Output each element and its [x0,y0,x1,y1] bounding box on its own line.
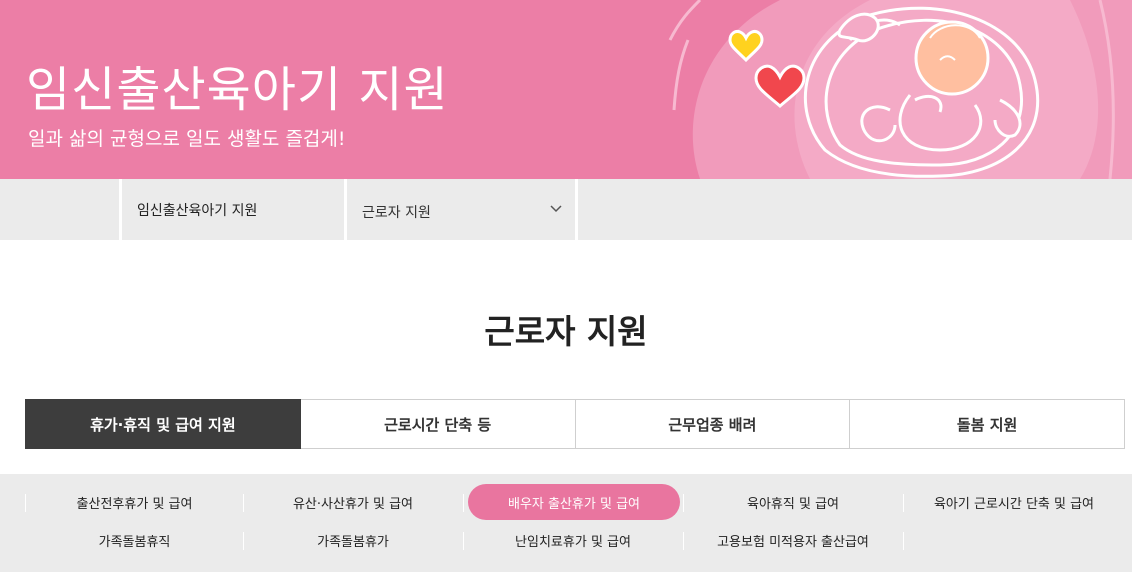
chevron-down-icon [550,205,562,213]
tab-leave-benefits[interactable]: 휴가·휴직 및 급여 지원 [25,399,301,449]
subtab-divider [25,494,26,512]
tab-working-hours[interactable]: 근로시간 단축 등 [300,399,576,449]
tab-care-support[interactable]: 돌봄 지원 [850,399,1125,449]
subtab-family-care-leave[interactable]: 가족돌봄휴직 [27,522,242,558]
subtab-miscarriage-leave[interactable]: 유산·사산휴가 및 급여 [245,484,461,520]
hero-subtitle: 일과 삶의 균형으로 일도 생활도 즐겁게! [28,128,346,150]
nav-separator [119,179,122,240]
subtab-divider [903,494,904,512]
subtab-parental-leave[interactable]: 육아휴직 및 급여 [685,484,901,520]
subtab-divider [243,494,244,512]
tab-work-consideration[interactable]: 근무업종 배려 [575,399,851,449]
hero-banner: 임신출산육아기 지원 일과 삶의 균형으로 일도 생활도 즐겁게! [0,0,1132,179]
subtab-divider [903,532,904,550]
subtab-family-care-vacation[interactable]: 가족돌봄휴가 [245,522,461,558]
nav-separator [344,179,347,240]
subtab-infertility-leave[interactable]: 난임치료휴가 및 급여 [465,522,681,558]
subtab-divider [243,532,244,550]
subtab-maternity-leave[interactable]: 출산전후휴가 및 급여 [27,484,242,520]
mother-baby-illustration [668,0,1132,179]
sub-tabs: 출산전후휴가 및 급여 유산·사산휴가 및 급여 배우자 출산휴가 및 급여 육… [0,474,1132,572]
subtab-uninsured-benefit[interactable]: 고용보험 미적용자 출산급여 [685,522,901,558]
hero-title: 임신출산육아기 지원 [26,62,449,118]
subtab-spouse-leave[interactable]: 배우자 출산휴가 및 급여 [468,484,680,520]
subtab-divider [463,494,464,512]
nav-separator [575,179,578,240]
subtab-divider [683,532,684,550]
section-dropdown[interactable]: 근로자 지원 [348,179,574,240]
nav-home-link[interactable]: 임신출산육아기 지원 [137,200,257,220]
page-title: 근로자 지원 [484,312,648,351]
subtab-reduced-hours[interactable]: 육아기 근로시간 단축 및 급여 [905,484,1123,520]
section-dropdown-label: 근로자 지원 [362,205,431,221]
location-nav: 임신출산육아기 지원 근로자 지원 [0,179,1132,240]
subtab-divider [463,532,464,550]
subtab-divider [683,494,684,512]
main-tabs: 휴가·휴직 및 급여 지원 근로시간 단축 등 근무업종 배려 돌봄 지원 [25,399,1125,449]
